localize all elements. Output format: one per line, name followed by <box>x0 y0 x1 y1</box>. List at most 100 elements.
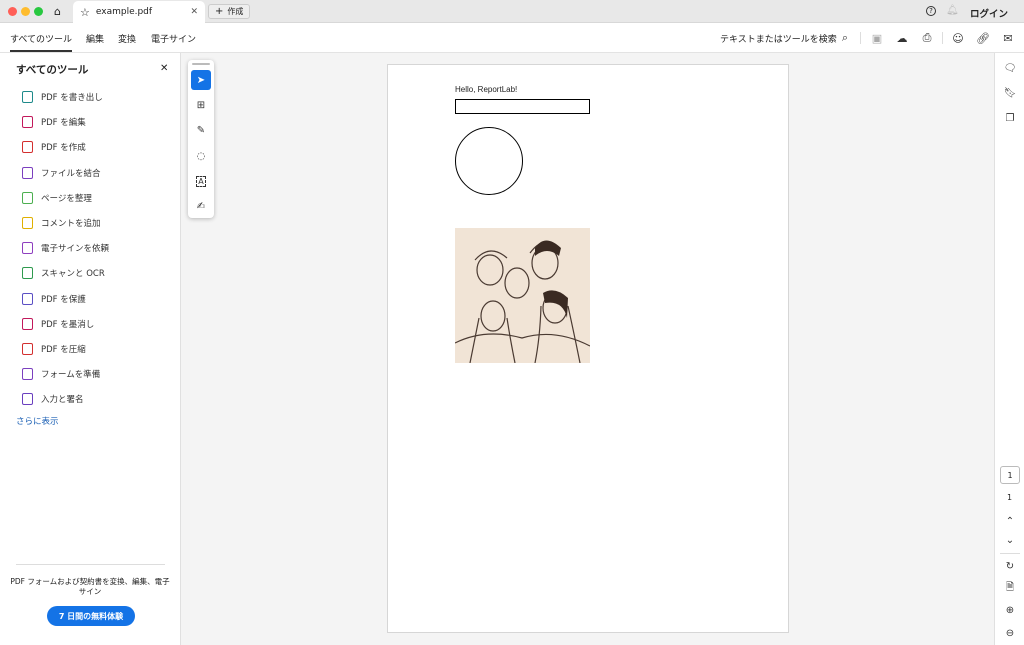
tool-item[interactable]: 入力と署名 <box>22 393 84 406</box>
bookmarks-icon[interactable]: 🔖︎ <box>1003 86 1017 100</box>
cursor-icon: ➤ <box>196 74 206 86</box>
tool-item[interactable]: スキャンと OCR <box>22 267 105 280</box>
tool-icon <box>22 368 33 381</box>
divider <box>942 32 943 44</box>
quick-tools-palette: ➤ ⊞ ✎ ◌ A ✍ <box>188 60 214 218</box>
tool-icon <box>22 91 33 103</box>
panel-title: すべてのツール <box>16 64 89 76</box>
tool-label: スキャンと OCR <box>41 269 105 280</box>
tool-label: 電子サインを依頼 <box>41 244 110 255</box>
cloud-upload-icon[interactable]: ☁ <box>895 31 909 45</box>
tool-icon <box>22 217 33 229</box>
tool-label: PDF を書き出し <box>41 93 103 103</box>
minimize-window-button[interactable] <box>21 7 30 16</box>
tool-item[interactable]: PDF を保護 <box>22 292 86 305</box>
tab-title: example.pdf <box>95 7 153 17</box>
pdf-page: Hello, ReportLab! <box>387 64 789 633</box>
divider <box>860 32 861 44</box>
menu-all-tools[interactable]: すべてのツール <box>10 32 73 52</box>
tool-label: PDF を編集 <box>41 118 86 129</box>
drag-handle[interactable] <box>192 63 210 65</box>
text-tool-button[interactable]: A <box>191 171 211 191</box>
search-icon[interactable]: ⌕ <box>838 31 852 45</box>
tool-icon <box>22 343 33 355</box>
close-tab-icon[interactable]: ✕ <box>190 7 198 17</box>
menu-edit[interactable]: 編集 <box>86 32 104 45</box>
tool-label: PDF を作成 <box>41 143 86 154</box>
tab-example-pdf[interactable]: ☆ example.pdf ✕ <box>73 1 205 23</box>
tool-icon <box>22 267 33 280</box>
close-window-button[interactable] <box>8 7 17 16</box>
zoom-in-icon[interactable]: ⊕ <box>1003 603 1017 617</box>
tool-label: 入力と署名 <box>41 395 84 406</box>
divider <box>16 564 165 565</box>
rotate-icon[interactable]: ↻ <box>1003 559 1017 573</box>
all-tools-panel: すべてのツール ✕ PDF を書き出し PDF を編集 PDF を作成ファイルを結合… <box>0 53 181 645</box>
comments-panel-icon[interactable]: 🗨︎ <box>1003 61 1017 75</box>
tool-icon <box>22 242 33 255</box>
tool-label: ページを整理 <box>41 193 92 204</box>
print-icon[interactable]: ⎙ <box>920 31 934 45</box>
star-icon[interactable]: ☆ <box>80 6 90 19</box>
tool-icon <box>22 166 33 179</box>
login-button[interactable]: ログイン <box>970 6 1008 20</box>
tool-icon <box>22 393 33 406</box>
tool-item[interactable]: 電子サインを依頼 <box>22 242 110 255</box>
tool-item[interactable]: PDF を墨消し <box>22 317 94 330</box>
circle-shape <box>455 127 523 195</box>
page-view-icon[interactable]: 🗎︎ <box>1003 581 1017 595</box>
tool-item[interactable]: ページを整理 <box>22 191 92 204</box>
new-tab-button[interactable]: + 作成 <box>208 4 251 19</box>
next-page-icon[interactable]: ⌄ <box>1003 533 1017 547</box>
draw-button[interactable]: ◌ <box>191 146 211 166</box>
select-tool-button[interactable]: ➤ <box>191 70 211 90</box>
page-text: Hello, ReportLab! <box>455 85 518 94</box>
tool-icon <box>22 116 33 129</box>
plus-icon: + <box>215 6 224 17</box>
show-more-link[interactable]: さらに表示 <box>16 415 59 427</box>
sign-button[interactable]: ✍ <box>191 196 211 216</box>
tool-icon <box>22 317 33 330</box>
title-bar: ⌂ ☆ example.pdf ✕ + 作成 ? 🔔︎ ログイン <box>0 0 1024 23</box>
tool-icon <box>22 191 33 204</box>
rectangle-shape <box>455 99 590 114</box>
divider <box>1000 553 1020 554</box>
tool-label: ファイルを結合 <box>41 168 101 179</box>
main-toolbar: すべてのツール 編集 変換 電子サイン テキストまたはツールを検索 ⌕ ▣ ☁ … <box>0 23 1024 53</box>
free-trial-button[interactable]: 7 日間の無料体験 <box>47 606 135 626</box>
search-tools-label[interactable]: テキストまたはツールを検索 <box>720 32 837 45</box>
tool-item[interactable]: コメントを追加 <box>22 217 101 229</box>
link-icon[interactable]: 🔗︎ <box>976 31 990 45</box>
save-icon[interactable]: ▣ <box>870 31 884 45</box>
tool-label: フォームを準備 <box>41 370 101 381</box>
tool-item[interactable]: ファイルを結合 <box>22 166 101 179</box>
home-icon[interactable]: ⌂ <box>54 5 61 18</box>
mail-icon[interactable]: ✉ <box>1001 31 1015 45</box>
bell-icon[interactable]: 🔔︎ <box>946 5 959 16</box>
tool-label: PDF を圧縮 <box>41 345 86 355</box>
tool-item[interactable]: PDF を圧縮 <box>22 343 86 355</box>
current-page-input[interactable]: 1 <box>1000 466 1020 484</box>
highlight-button[interactable]: ✎ <box>191 120 211 140</box>
maximize-window-button[interactable] <box>34 7 43 16</box>
add-comment-button[interactable]: ⊞ <box>191 95 211 115</box>
previous-page-icon[interactable]: ⌃ <box>1003 514 1017 528</box>
tool-icon <box>22 141 33 154</box>
promo-text: PDF フォームおよび契約書を変換、編集、電子サイン <box>10 577 170 596</box>
tool-item[interactable]: PDF を作成 <box>22 141 86 154</box>
share-user-icon[interactable]: ☺ <box>951 31 965 45</box>
pen-icon: ✎ <box>196 124 206 136</box>
zoom-out-icon[interactable]: ⊖ <box>1003 626 1017 640</box>
menu-esign[interactable]: 電子サイン <box>151 32 196 45</box>
tool-label: PDF を保護 <box>41 294 86 305</box>
pages-thumbnails-icon[interactable]: ❐ <box>1003 111 1017 125</box>
help-icon[interactable]: ? <box>926 6 936 16</box>
right-rail: 🗨︎ 🔖︎ ❐ 1 1 ⌃ ⌄ ↻ 🗎︎ ⊕ ⊖ <box>994 53 1024 645</box>
tool-item[interactable]: PDF を編集 <box>22 116 86 129</box>
tool-item[interactable]: フォームを準備 <box>22 368 101 381</box>
menu-convert[interactable]: 変換 <box>118 32 136 45</box>
close-panel-icon[interactable]: ✕ <box>160 63 168 74</box>
tool-label: コメントを追加 <box>41 219 101 229</box>
tool-item[interactable]: PDF を書き出し <box>22 91 103 103</box>
total-pages: 1 <box>1007 493 1013 502</box>
